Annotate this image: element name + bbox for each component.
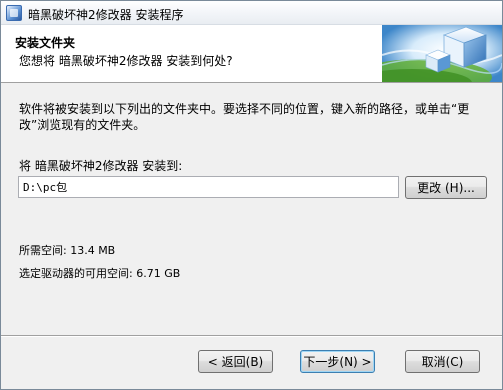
title-bar[interactable]: 暗黑破坏神2修改器 安装程序 [1, 1, 502, 25]
page-subtitle: 您想将 暗黑破坏神2修改器 安装到何处? [19, 54, 233, 68]
installer-window: 暗黑破坏神2修改器 安装程序 安装文件夹 您想将 暗黑破坏神2修改器 安装到何处… [0, 0, 503, 390]
footer-divider [1, 335, 502, 337]
next-button[interactable]: 下一步(N) > [300, 350, 375, 373]
install-path-input[interactable] [18, 176, 399, 198]
install-location-label: 将 暗黑破坏神2修改器 安装到: [19, 159, 183, 173]
instructions-text: 软件将被安装到以下列出的文件夹中。要选择不同的位置，键入新的路径，或单击“更改”… [19, 102, 470, 132]
header-banner: 安装文件夹 您想将 暗黑破坏神2修改器 安装到何处? [1, 25, 502, 83]
space-available-text: 选定驱动器的可用空间: 6.71 GB [19, 267, 181, 280]
installer-icon [6, 5, 22, 21]
space-required-text: 所需空间: 13.4 MB [19, 244, 116, 257]
browse-button[interactable]: 更改 (H)... [405, 176, 487, 199]
banner-graphic [382, 25, 502, 82]
page-title: 安装文件夹 [15, 36, 76, 50]
banner-cubes-icon [382, 25, 502, 82]
back-button[interactable]: < 返回(B) [198, 350, 273, 373]
cancel-button[interactable]: 取消(C) [405, 350, 480, 373]
window-title: 暗黑破坏神2修改器 安装程序 [28, 8, 184, 22]
